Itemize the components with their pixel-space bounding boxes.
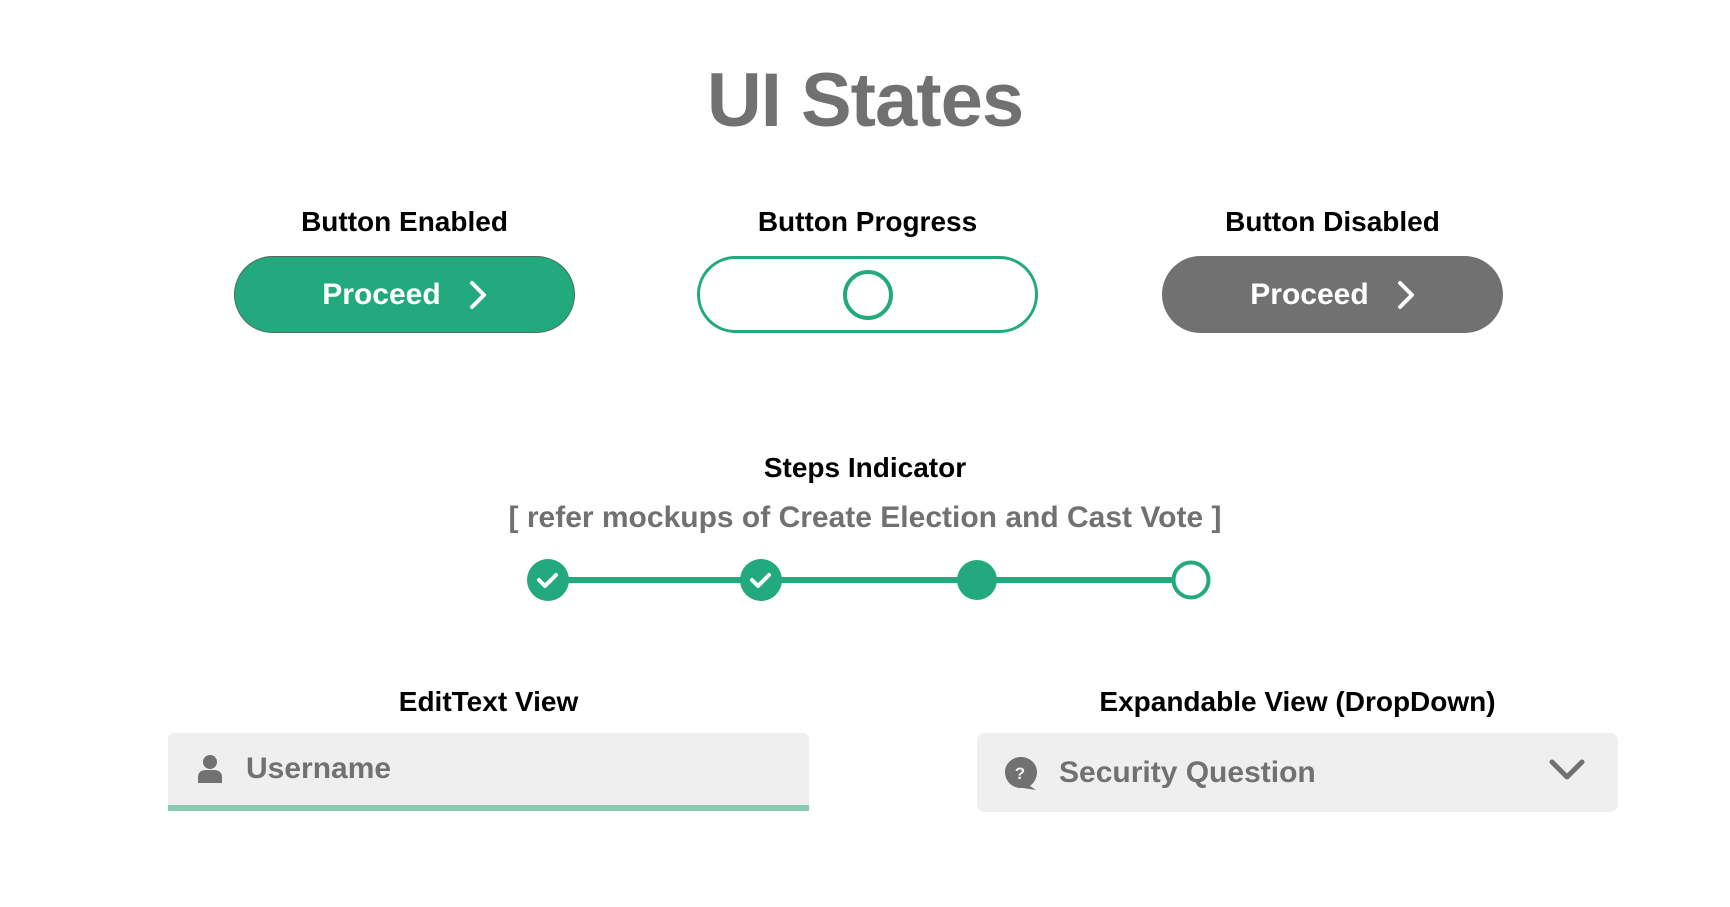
button-progress-heading: Button Progress: [757, 206, 978, 237]
question-bubble-icon: ?: [1005, 756, 1037, 790]
chevron-right-icon: [469, 280, 486, 309]
proceed-button-enabled[interactable]: Proceed: [234, 256, 575, 333]
user-icon: [198, 755, 222, 783]
steps-indicator-subtitle: [ refer mockups of Create Election and C…: [508, 501, 1222, 534]
proceed-button-label: Proceed: [322, 277, 441, 311]
dropdown-heading: Expandable View (DropDown): [1099, 686, 1496, 717]
security-question-dropdown[interactable]: ? Security Question: [977, 733, 1618, 812]
page-title: UI States: [706, 58, 1024, 143]
edittext-heading: EditText View: [398, 686, 579, 717]
proceed-button-label: Proceed: [1250, 277, 1369, 311]
svg-text:?: ?: [1015, 764, 1025, 783]
chevron-right-icon: [1397, 280, 1414, 309]
username-placeholder: Username: [246, 752, 392, 785]
spinner-icon: [842, 269, 893, 320]
username-input-underline: [168, 805, 809, 811]
button-disabled-heading: Button Disabled: [1225, 206, 1440, 237]
step-1-completed[interactable]: [527, 559, 569, 601]
step-4-pending[interactable]: [1171, 560, 1211, 600]
dropdown-selected-value: Security Question: [1059, 755, 1316, 789]
step-3-current[interactable]: [957, 560, 997, 600]
button-enabled-heading: Button Enabled: [301, 206, 508, 237]
chevron-down-icon[interactable]: [1548, 758, 1586, 782]
proceed-button-disabled: Proceed: [1162, 256, 1503, 333]
username-input[interactable]: Username: [168, 733, 809, 805]
steps-indicator-heading: Steps Indicator: [763, 452, 967, 483]
proceed-button-progress[interactable]: [697, 256, 1038, 333]
step-2-completed[interactable]: [740, 559, 782, 601]
steps-indicator: [527, 559, 1211, 601]
